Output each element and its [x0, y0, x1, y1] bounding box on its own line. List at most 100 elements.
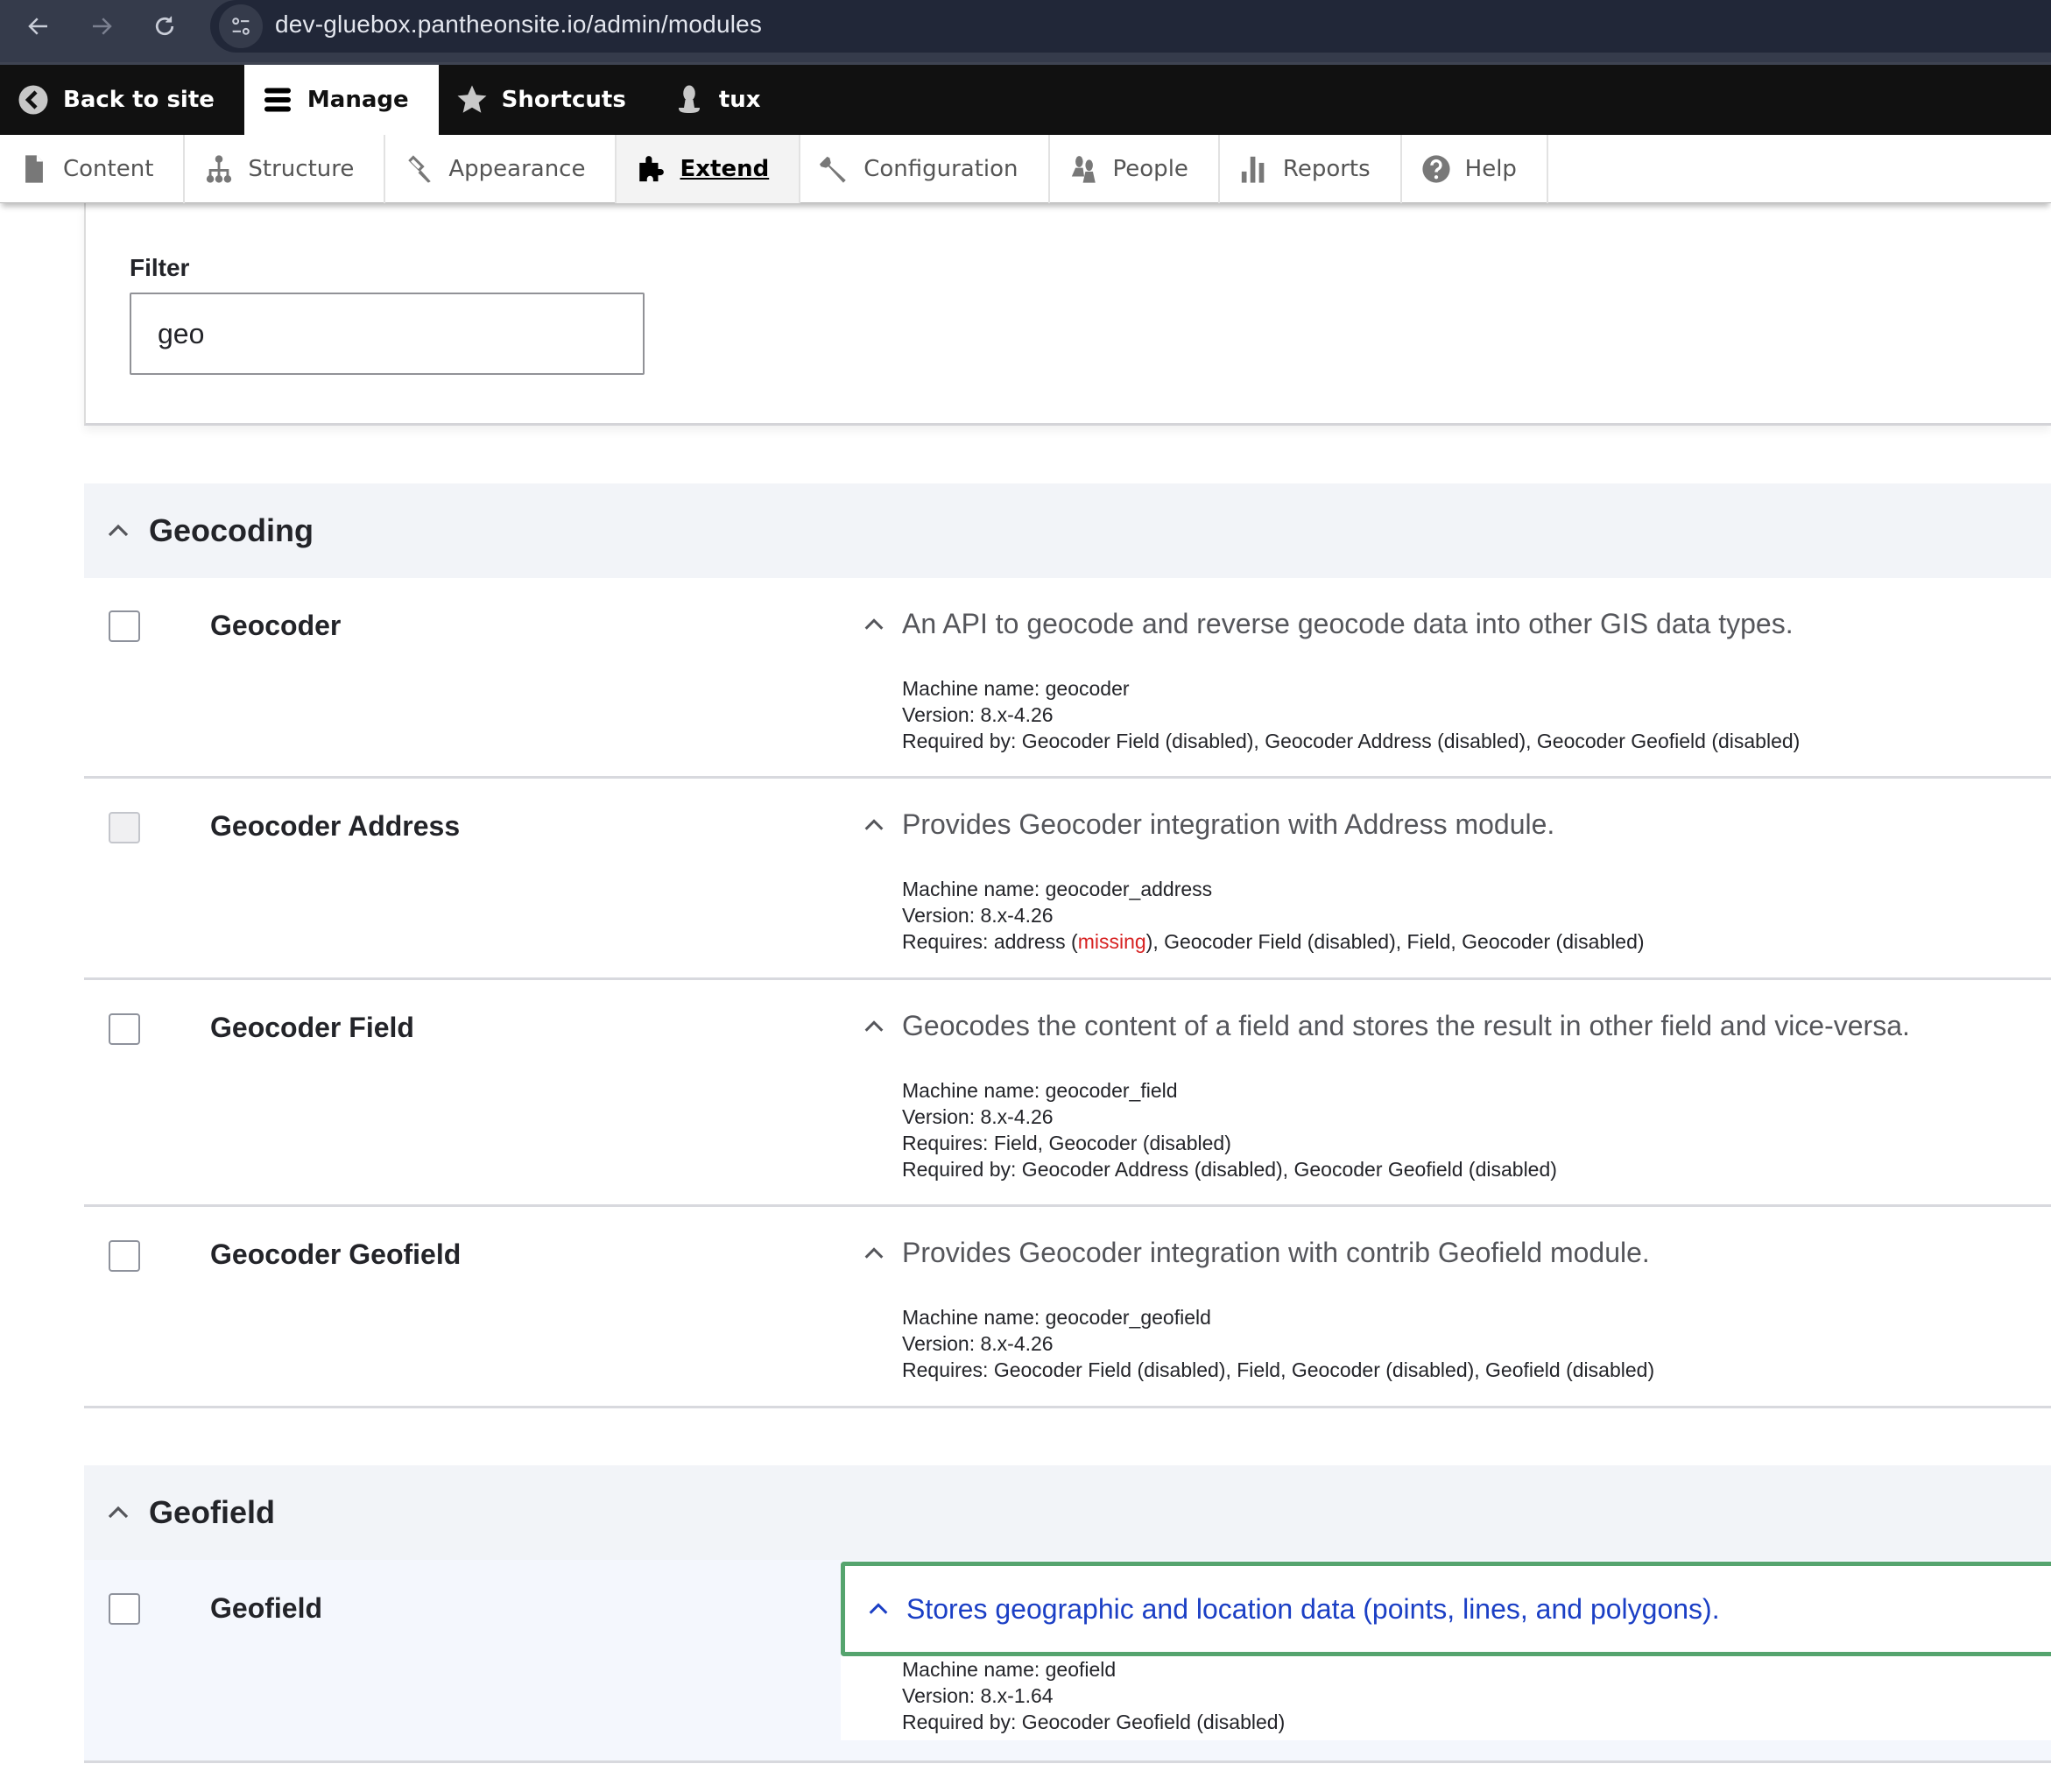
site-info-button[interactable] [219, 4, 263, 48]
module-name: Geocoder [210, 610, 342, 641]
filter-panel: Filter [84, 203, 2051, 426]
machine-name: Machine name: geofield [902, 1658, 1117, 1681]
back-arrow-icon [28, 18, 47, 35]
chevron-up-icon [108, 524, 129, 537]
wrench-icon [820, 154, 849, 184]
description-text: Geocodes the content of a field and stor… [902, 1010, 1910, 1041]
module-checkbox[interactable] [109, 1593, 140, 1625]
toolbar-user[interactable]: tux [656, 65, 791, 135]
chevron-up-icon [108, 1506, 129, 1519]
description-text: Provides Geocoder integration with Addre… [902, 808, 1555, 840]
module-description: Provides Geocoder integration with contr… [841, 1237, 2051, 1383]
module-name: Geocoder Field [210, 1012, 414, 1043]
description-toggle[interactable]: Geocodes the content of a field and stor… [841, 1010, 2051, 1042]
module-description: Provides Geocoder integration with Addre… [841, 808, 2051, 955]
admin-toolbar: Back to site Manage Shortcuts tux [0, 65, 2051, 135]
machine-name: Machine name: geocoder_geofield [902, 1306, 1211, 1329]
description-toggle-focused[interactable]: Stores geographic and location data (poi… [841, 1562, 2051, 1656]
toolbar-label: Back to site [63, 87, 215, 113]
module-description: Geocodes the content of a field and stor… [841, 1010, 2051, 1182]
reload-button[interactable] [145, 7, 184, 46]
tray-label: People [1112, 156, 1188, 182]
reload-icon [155, 16, 174, 36]
tray-label: Appearance [448, 156, 586, 182]
package-header-geofield[interactable]: Geofield [84, 1465, 2051, 1560]
forward-button[interactable] [82, 7, 121, 46]
user-icon [673, 84, 705, 116]
address-bar[interactable]: dev-gluebox.pantheonsite.io/admin/module… [210, 0, 2051, 53]
module-checkbox[interactable] [109, 610, 140, 642]
module-row-geofield: Geofield Stores geographic and location … [84, 1560, 2051, 1763]
tray-item-content[interactable]: Content [0, 135, 186, 203]
tray-item-configuration[interactable]: Configuration [800, 135, 1050, 203]
filter-input[interactable] [130, 293, 645, 375]
url-text[interactable]: dev-gluebox.pantheonsite.io/admin/module… [275, 11, 762, 39]
puzzle-icon [636, 154, 666, 184]
module-checkbox-disabled [109, 812, 140, 843]
description-toggle[interactable]: Provides Geocoder integration with Addre… [841, 808, 2051, 841]
sitemap-icon [204, 154, 234, 184]
package-header-geocoding[interactable]: Geocoding [84, 483, 2051, 578]
module-details: Machine name: geocoder Version: 8.x-4.26… [902, 675, 2051, 754]
people-icon [1069, 154, 1099, 184]
site-info-icon [232, 18, 250, 35]
module-name: Geocoder Geofield [210, 1238, 462, 1270]
back-button[interactable] [19, 7, 58, 46]
chevron-up-icon [864, 617, 884, 630]
missing-dependency: missing [1077, 930, 1146, 953]
hamburger-icon [262, 84, 293, 116]
module-row-geocoder-field: Geocoder Field Geocodes the content of a… [84, 980, 2051, 1207]
requires: Requires: address (missing), Geocoder Fi… [902, 928, 2051, 955]
required-by: Required by: Geocoder Address (disabled)… [902, 1158, 1557, 1181]
required-by: Required by: Geocoder Geofield (disabled… [902, 1711, 1286, 1733]
machine-name: Machine name: geocoder_address [902, 878, 1213, 900]
module-name: Geocoder Address [210, 810, 461, 842]
toolbar-label: Shortcuts [501, 87, 626, 113]
tray-item-people[interactable]: People [1050, 135, 1220, 203]
package-title: Geofield [149, 1494, 276, 1530]
description-summary: Stores geographic and location data (poi… [845, 1593, 1720, 1626]
chevron-up-icon [864, 818, 884, 830]
star-icon [456, 84, 488, 116]
chevron-up-icon [864, 1019, 884, 1032]
description-text: Provides Geocoder integration with contr… [902, 1237, 1650, 1268]
tray-label: Content [63, 156, 154, 182]
description-toggle[interactable]: Provides Geocoder integration with contr… [841, 1237, 2051, 1269]
requires: Requires: Geocoder Field (disabled), Fie… [902, 1358, 1655, 1381]
manage-tray: Content Structure Appearance Extend Conf… [0, 135, 2051, 203]
back-circle-icon [18, 84, 49, 116]
module-details: Machine name: geofield Version: 8.x-1.64… [841, 1656, 2051, 1740]
toolbar-shortcuts[interactable]: Shortcuts [439, 65, 656, 135]
tray-item-reports[interactable]: Reports [1220, 135, 1402, 203]
version: Version: 8.x-4.26 [902, 904, 1054, 927]
paintbrush-icon [405, 154, 434, 184]
toolbar-back-to-site[interactable]: Back to site [0, 65, 244, 135]
chevron-up-icon [864, 1246, 884, 1259]
version: Version: 8.x-1.64 [902, 1684, 1054, 1707]
browser-toolbar: dev-gluebox.pantheonsite.io/admin/module… [0, 0, 2051, 65]
module-details: Machine name: geocoder_geofield Version:… [902, 1304, 2051, 1383]
requires: Requires: Field, Geocoder (disabled) [902, 1132, 1231, 1154]
forward-arrow-icon [93, 18, 112, 35]
package-title: Geocoding [149, 512, 314, 548]
toolbar-label: Manage [307, 87, 409, 113]
tray-label: Help [1464, 156, 1517, 182]
tray-label: Structure [248, 156, 355, 182]
description-text: An API to geocode and reverse geocode da… [902, 608, 1794, 639]
tray-item-appearance[interactable]: Appearance [385, 135, 617, 203]
module-row-geocoder-address: Geocoder Address Provides Geocoder integ… [84, 779, 2051, 980]
required-by: Required by: Geocoder Field (disabled), … [902, 730, 1801, 752]
help-icon [1421, 154, 1451, 184]
module-checkbox[interactable] [109, 1240, 140, 1272]
chevron-up-icon [869, 1603, 888, 1614]
module-checkbox[interactable] [109, 1013, 140, 1045]
tray-item-help[interactable]: Help [1402, 135, 1548, 203]
tray-item-structure[interactable]: Structure [185, 135, 386, 203]
description-toggle[interactable]: An API to geocode and reverse geocode da… [841, 608, 2051, 640]
file-icon [19, 154, 49, 184]
module-name: Geofield [210, 1592, 323, 1624]
module-row-geocoder-geofield: Geocoder Geofield Provides Geocoder inte… [84, 1207, 2051, 1408]
module-details: Machine name: geocoder_field Version: 8.… [902, 1077, 2051, 1182]
tray-item-extend[interactable]: Extend [617, 135, 801, 203]
toolbar-manage[interactable]: Manage [243, 65, 439, 135]
